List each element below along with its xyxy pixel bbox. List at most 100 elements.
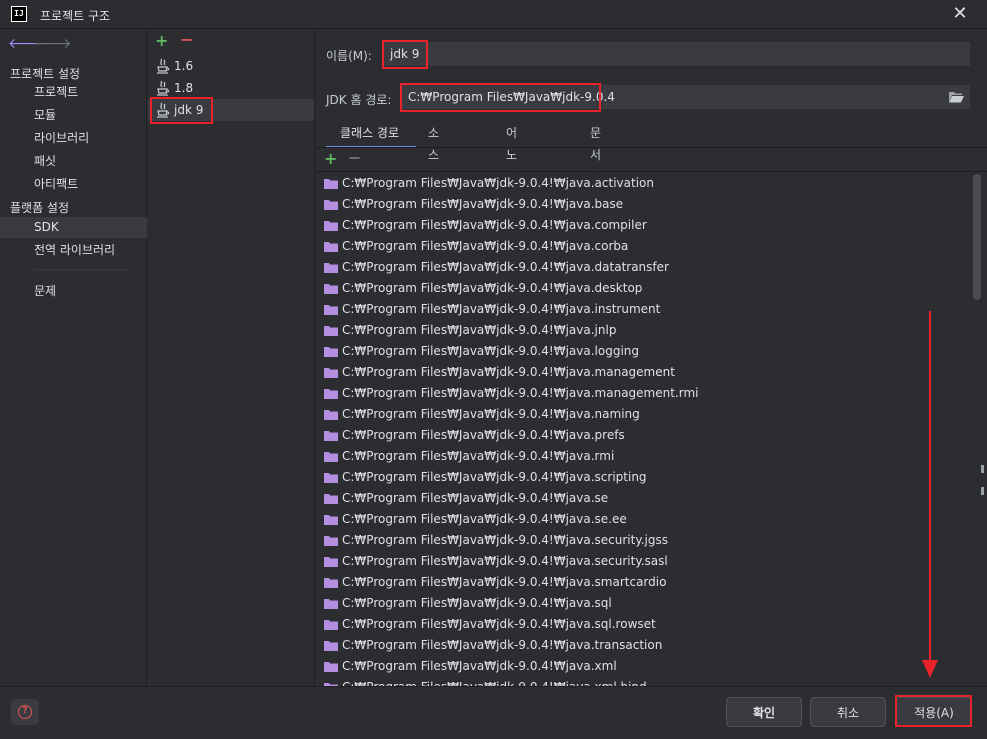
classpath-row[interactable]: C:₩Program Files₩Java₩jdk-9.0.4!₩java.sq… xyxy=(324,593,612,614)
classpath-list[interactable]: C:₩Program Files₩Java₩jdk-9.0.4!₩java.ac… xyxy=(316,171,987,686)
nav-item-facets[interactable]: 패싯 xyxy=(0,151,147,172)
classpath-row[interactable]: C:₩Program Files₩Java₩jdk-9.0.4!₩java.xm… xyxy=(324,656,617,677)
classpath-row[interactable]: C:₩Program Files₩Java₩jdk-9.0.4!₩java.pr… xyxy=(324,425,625,446)
intellij-icon: IJ xyxy=(11,6,27,22)
tab-classpath[interactable]: 클래스 경로 xyxy=(326,122,416,148)
folder-icon xyxy=(324,494,338,504)
classpath-row[interactable]: C:₩Program Files₩Java₩jdk-9.0.4!₩java.ac… xyxy=(324,173,654,194)
classpath-row[interactable]: C:₩Program Files₩Java₩jdk-9.0.4!₩java.co… xyxy=(324,236,628,257)
classpath-label: C:₩Program Files₩Java₩jdk-9.0.4!₩java.sm… xyxy=(342,575,667,589)
settings-nav: 🡐 🡒 프로젝트 설정 프로젝트 모듈 라이브러리 패싯 아티팩트 플랫폼 설정… xyxy=(0,30,147,686)
classpath-row[interactable]: C:₩Program Files₩Java₩jdk-9.0.4!₩java.da… xyxy=(324,257,669,278)
nav-item-sdk[interactable]: SDK xyxy=(0,217,147,238)
classpath-row[interactable]: C:₩Program Files₩Java₩jdk-9.0.4!₩java.se… xyxy=(324,530,668,551)
folder-icon xyxy=(324,473,338,483)
folder-icon xyxy=(324,557,338,567)
remove-path-button[interactable]: − xyxy=(348,148,361,167)
folder-open-icon[interactable] xyxy=(948,90,964,104)
classpath-label: C:₩Program Files₩Java₩jdk-9.0.4!₩java.sq… xyxy=(342,617,656,631)
classpath-row[interactable]: C:₩Program Files₩Java₩jdk-9.0.4!₩java.na… xyxy=(324,404,640,425)
classpath-row[interactable]: C:₩Program Files₩Java₩jdk-9.0.4!₩java.lo… xyxy=(324,341,639,362)
classpath-row[interactable]: C:₩Program Files₩Java₩jdk-9.0.4!₩java.sm… xyxy=(324,572,666,593)
tab-docpath[interactable]: 문서 경로 xyxy=(590,122,601,206)
folder-icon xyxy=(324,662,338,672)
classpath-label: C:₩Program Files₩Java₩jdk-9.0.4!₩java.sc… xyxy=(342,470,647,484)
classpath-row[interactable]: C:₩Program Files₩Java₩jdk-9.0.4!₩java.se… xyxy=(324,509,627,530)
nav-item-problems[interactable]: 문제 xyxy=(0,281,147,302)
java-cup-icon xyxy=(157,102,170,118)
folder-icon xyxy=(324,620,338,630)
remove-sdk-button[interactable]: − xyxy=(180,30,193,49)
annotation-arrow-head xyxy=(922,660,938,678)
classpath-row[interactable]: C:₩Program Files₩Java₩jdk-9.0.4!₩java.ma… xyxy=(324,362,675,383)
classpath-row[interactable]: C:₩Program Files₩Java₩jdk-9.0.4!₩java.sc… xyxy=(324,467,647,488)
nav-item-global-libraries[interactable]: 전역 라이브러리 xyxy=(0,240,147,261)
classpath-row[interactable]: C:₩Program Files₩Java₩jdk-9.0.4!₩java.de… xyxy=(324,278,642,299)
edge-marker xyxy=(981,487,984,495)
ok-button[interactable]: 확인 xyxy=(726,697,802,727)
tab-sourcepath[interactable]: 소스 경로 xyxy=(428,122,439,206)
classpath-row[interactable]: C:₩Program Files₩Java₩jdk-9.0.4!₩java.sq… xyxy=(324,614,656,635)
apply-button[interactable]: 적용(A) xyxy=(896,697,972,727)
annotation-arrow-line xyxy=(929,311,931,665)
classpath-label: C:₩Program Files₩Java₩jdk-9.0.4!₩java.de… xyxy=(342,281,643,295)
classpath-row[interactable]: C:₩Program Files₩Java₩jdk-9.0.4!₩java.se… xyxy=(324,551,668,572)
sdk-item-label: 1.6 xyxy=(174,59,194,73)
name-field[interactable]: jdk 9 xyxy=(382,42,970,66)
nav-item-artifacts[interactable]: 아티팩트 xyxy=(0,174,147,195)
forward-arrow-icon[interactable]: 🡒 xyxy=(34,35,72,52)
classpath-label: C:₩Program Files₩Java₩jdk-9.0.4!₩java.xm… xyxy=(342,659,617,673)
add-sdk-button[interactable]: + xyxy=(155,31,168,50)
folder-icon xyxy=(324,431,338,441)
classpath-row[interactable]: C:₩Program Files₩Java₩jdk-9.0.4!₩java.rm… xyxy=(324,446,614,467)
project-settings-header: 프로젝트 설정 xyxy=(10,67,81,81)
name-label: 이름(M): xyxy=(326,49,372,63)
classpath-row[interactable]: C:₩Program Files₩Java₩jdk-9.0.4!₩java.tr… xyxy=(324,635,662,656)
sdk-item-label: jdk 9 xyxy=(174,103,204,117)
folder-icon xyxy=(324,368,338,378)
classpath-label: C:₩Program Files₩Java₩jdk-9.0.4!₩java.sq… xyxy=(342,596,612,610)
sdk-item[interactable]: 1.6 xyxy=(148,55,314,77)
cancel-button[interactable]: 취소 xyxy=(810,697,886,727)
classpath-row[interactable]: C:₩Program Files₩Java₩jdk-9.0.4!₩java.ma… xyxy=(324,383,698,404)
classpath-label: C:₩Program Files₩Java₩jdk-9.0.4!₩java.jn… xyxy=(342,323,617,337)
folder-icon xyxy=(324,599,338,609)
classpath-label: C:₩Program Files₩Java₩jdk-9.0.4!₩java.tr… xyxy=(342,638,663,652)
classpath-label: C:₩Program Files₩Java₩jdk-9.0.4!₩java.ma… xyxy=(342,365,675,379)
classpath-row[interactable]: C:₩Program Files₩Java₩jdk-9.0.4!₩java.se xyxy=(324,488,608,509)
nav-item-project[interactable]: 프로젝트 xyxy=(0,82,147,103)
close-icon[interactable]: ✕ xyxy=(949,3,971,25)
classpath-label: C:₩Program Files₩Java₩jdk-9.0.4!₩java.se… xyxy=(342,554,668,568)
classpath-row[interactable]: C:₩Program Files₩Java₩jdk-9.0.4!₩java.in… xyxy=(324,299,660,320)
help-button[interactable]: ? xyxy=(11,699,39,725)
folder-icon xyxy=(324,410,338,420)
classpath-row[interactable]: C:₩Program Files₩Java₩jdk-9.0.4!₩java.xm… xyxy=(324,677,647,686)
window-title: 프로젝트 구조 xyxy=(40,9,111,23)
folder-icon xyxy=(324,641,338,651)
sdk-item[interactable]: 1.8 xyxy=(148,77,314,99)
classpath-row[interactable]: C:₩Program Files₩Java₩jdk-9.0.4!₩java.jn… xyxy=(324,320,616,341)
folder-icon xyxy=(324,242,338,252)
classpath-label: C:₩Program Files₩Java₩jdk-9.0.4!₩java.co… xyxy=(342,239,629,253)
folder-icon xyxy=(324,305,338,315)
scrollbar[interactable] xyxy=(973,174,981,300)
classpath-label: C:₩Program Files₩Java₩jdk-9.0.4!₩java.se xyxy=(342,491,609,505)
help-icon: ? xyxy=(18,705,32,719)
folder-icon xyxy=(324,179,338,189)
tab-annotations[interactable]: 어노테이션 xyxy=(506,122,517,228)
folder-icon xyxy=(324,515,338,525)
jdk-home-field[interactable]: C:₩Program Files₩Java₩jdk-9.0.4 xyxy=(400,85,970,109)
title-bar: IJ 프로젝트 구조 ✕ xyxy=(0,0,987,29)
nav-item-modules[interactable]: 모듈 xyxy=(0,105,147,126)
folder-icon xyxy=(324,347,338,357)
sdk-item-selected[interactable]: jdk 9 xyxy=(148,99,314,121)
classpath-row[interactable]: C:₩Program Files₩Java₩jdk-9.0.4!₩java.ba… xyxy=(324,194,623,215)
add-path-button[interactable]: + xyxy=(324,149,337,168)
classpath-label: C:₩Program Files₩Java₩jdk-9.0.4!₩java.se… xyxy=(342,533,669,547)
folder-icon xyxy=(324,284,338,294)
nav-divider xyxy=(34,269,130,270)
classpath-row[interactable]: C:₩Program Files₩Java₩jdk-9.0.4!₩java.co… xyxy=(324,215,647,236)
sdk-list-panel: + − 1.6 1.8 jdk 9 xyxy=(148,30,315,686)
nav-item-libraries[interactable]: 라이브러리 xyxy=(0,128,147,149)
folder-icon xyxy=(324,263,338,273)
